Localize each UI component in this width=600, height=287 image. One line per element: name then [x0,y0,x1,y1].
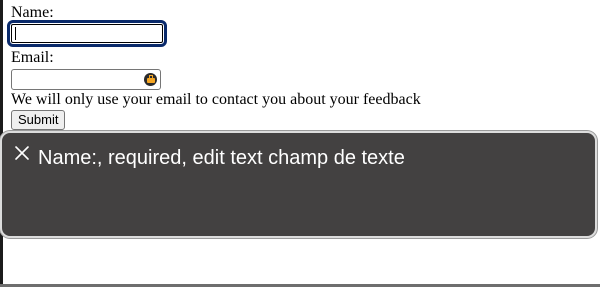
text-caret [15,27,16,40]
email-help-text: We will only use your email to contact y… [11,91,421,108]
email-input[interactable] [11,69,161,90]
name-label: Name: [11,4,54,21]
submit-button[interactable]: Submit [11,110,66,130]
name-input[interactable] [7,20,167,47]
feedback-form: Name: Email: We will only use your email… [7,4,591,130]
voiceover-caption-panel: Name:, required, edit text champ de text… [0,131,597,238]
close-icon[interactable] [14,145,30,161]
email-label: Email: [11,49,54,66]
autofill-key-icon[interactable] [144,73,157,86]
voiceover-caption-text: Name:, required, edit text champ de text… [38,147,405,169]
name-field-wrapper [7,20,167,47]
